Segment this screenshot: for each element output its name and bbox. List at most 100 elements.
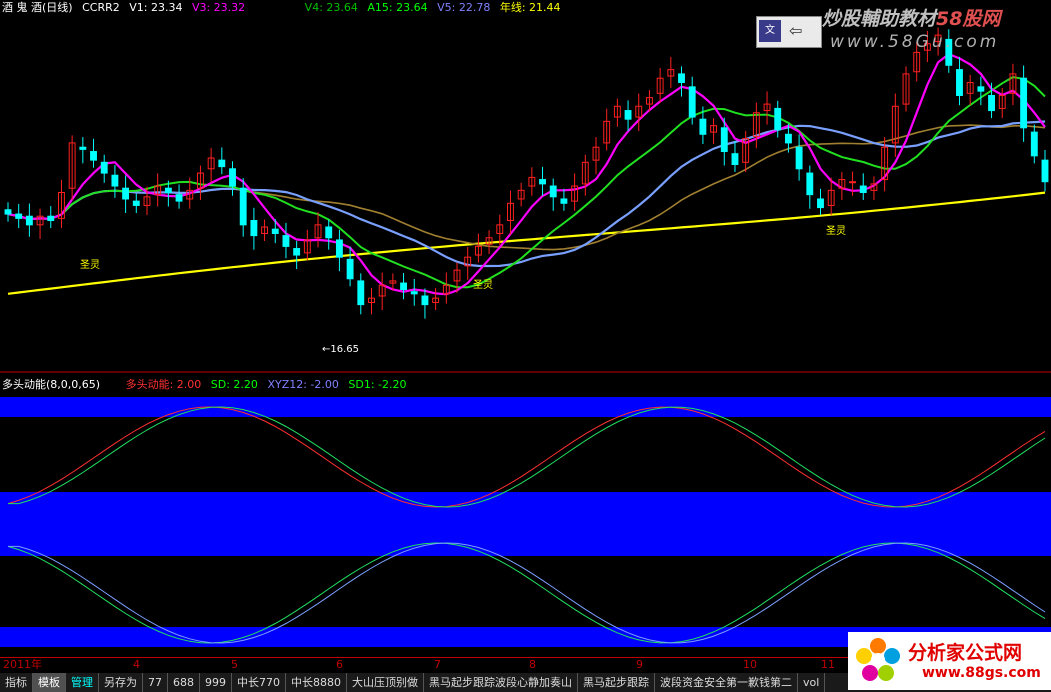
tab-9[interactable]: 大山压顶别做 <box>347 673 424 692</box>
chart-canvas <box>0 27 1051 647</box>
low-price-label: ←16.65 <box>322 344 360 355</box>
candle-body <box>549 185 557 198</box>
candle-body <box>795 146 803 170</box>
tab-2[interactable]: 管理 <box>66 673 99 692</box>
tab-8[interactable]: 中长8880 <box>286 673 347 692</box>
header-v5: V5: 22.78 <box>437 1 491 14</box>
ind-xyz12: XYZ12: -2.00 <box>267 378 339 391</box>
shengling-label-1: 圣灵 <box>80 260 100 271</box>
candle-body <box>15 213 23 219</box>
v5-ma-line <box>7 120 1046 268</box>
time-axis-label: 10 <box>743 658 757 671</box>
candle-body <box>47 215 55 222</box>
candle-body <box>357 280 365 306</box>
candle-body <box>731 153 739 165</box>
a15-ma-line <box>7 76 1046 289</box>
candle-body <box>271 228 279 234</box>
arrow-left-icon: ⇦ <box>789 21 803 40</box>
candle-body <box>325 226 333 239</box>
tab-7[interactable]: 中长770 <box>232 673 286 692</box>
logo-title: 分析家公式网 <box>908 642 1023 664</box>
candle-body <box>90 151 97 161</box>
logo-url: www.88gs.com <box>922 665 1041 681</box>
stock-name: 酒 鬼 酒(日线) <box>2 1 73 14</box>
candle-body <box>25 215 33 226</box>
candle-body <box>4 209 12 215</box>
candle-body <box>806 172 814 196</box>
document-icon: 文 <box>759 20 781 42</box>
header-v1: V1: 23.34 <box>129 1 183 14</box>
candle-body <box>1041 159 1049 183</box>
candle-body <box>122 187 130 200</box>
candle-body <box>817 198 824 209</box>
candle-body <box>164 187 172 193</box>
tab-6[interactable]: 999 <box>200 673 232 692</box>
watermark-title: 炒股輔助教材58股网 <box>822 4 1000 31</box>
indicator-name: CCRR2 <box>82 1 120 14</box>
candle-body <box>79 146 87 150</box>
candle-body <box>250 220 258 237</box>
site-logo: 分析家公式网 www.88gs.com <box>848 632 1051 690</box>
tab-12[interactable]: 波段资金安全第一歉钱第二 <box>655 673 798 692</box>
watermark-part-a: 炒股輔助教材 <box>822 8 937 30</box>
time-axis-label: 9 <box>636 658 643 671</box>
candle-body <box>699 118 707 135</box>
time-axis-label: 11 <box>821 658 835 671</box>
candle-body <box>111 174 119 187</box>
candle-body <box>229 168 236 187</box>
candle-body <box>132 200 140 206</box>
time-axis-label: 2011年 <box>3 658 42 671</box>
candle-body <box>784 133 792 144</box>
candle-body <box>560 198 568 204</box>
candle-body <box>410 291 418 295</box>
tab-5[interactable]: 688 <box>168 673 200 692</box>
back-button[interactable]: 文 ⇦ <box>756 16 822 48</box>
tab-4[interactable]: 77 <box>143 673 168 692</box>
brown-ma-line <box>7 124 1046 251</box>
flower-logo-icon <box>856 638 900 681</box>
watermark-part-b: 58股网 <box>936 8 1001 30</box>
candle-body <box>346 258 354 280</box>
header-year-line: 年线: 21.44 <box>499 1 561 14</box>
watermark-url: www.58Gu.com <box>830 32 1000 52</box>
candle-body <box>100 161 108 174</box>
candle-body <box>720 127 728 153</box>
time-axis-label: 5 <box>231 658 238 671</box>
candle-body <box>678 73 685 84</box>
price-header: 酒 鬼 酒(日线) CCRR2 V1: 23.34 V3: 23.32 V4: … <box>2 0 567 16</box>
indicator-band-mid <box>0 492 1051 556</box>
header-v4: V4: 23.64 <box>304 1 358 14</box>
tab-13[interactable]: vol <box>798 673 826 692</box>
tab-11[interactable]: 黑马起步跟踪 <box>578 673 655 692</box>
time-axis-label: 4 <box>133 658 140 671</box>
tab-0[interactable]: 指标 <box>0 673 33 692</box>
candle-body <box>239 187 247 226</box>
candle-body <box>977 86 985 92</box>
candle-body <box>956 69 963 96</box>
tab-1[interactable]: 模板 <box>33 673 66 692</box>
tab-10[interactable]: 黑马起步跟踪波段心静加奏山 <box>424 673 578 692</box>
ind-sd: SD: 2.20 <box>210 378 258 391</box>
candle-body <box>421 295 429 306</box>
candle-body <box>218 159 226 168</box>
indicator-title: 多头动能(8,0,0,65) <box>2 378 101 391</box>
ind-duotou: 多头动能: 2.00 <box>125 378 202 391</box>
candle-body <box>624 110 632 120</box>
v3-ma-line <box>7 52 1046 296</box>
header-a15: A15: 23.64 <box>367 1 428 14</box>
candle-body <box>849 181 857 184</box>
candle-body <box>859 185 867 193</box>
candle-body <box>988 94 995 112</box>
candle-body <box>1030 131 1038 157</box>
candle-body <box>400 282 407 291</box>
indicator-band-top <box>0 397 1051 417</box>
candle-body <box>774 107 782 131</box>
candle-body <box>293 248 301 256</box>
tab-3[interactable]: 另存为 <box>99 673 143 692</box>
candle-body <box>335 239 343 258</box>
time-axis-label: 7 <box>434 658 441 671</box>
candle-body <box>282 235 290 247</box>
header-v3: V3: 23.32 <box>191 1 246 14</box>
ind-sd1: SD1: -2.20 <box>348 378 407 391</box>
candle-body <box>688 86 696 118</box>
